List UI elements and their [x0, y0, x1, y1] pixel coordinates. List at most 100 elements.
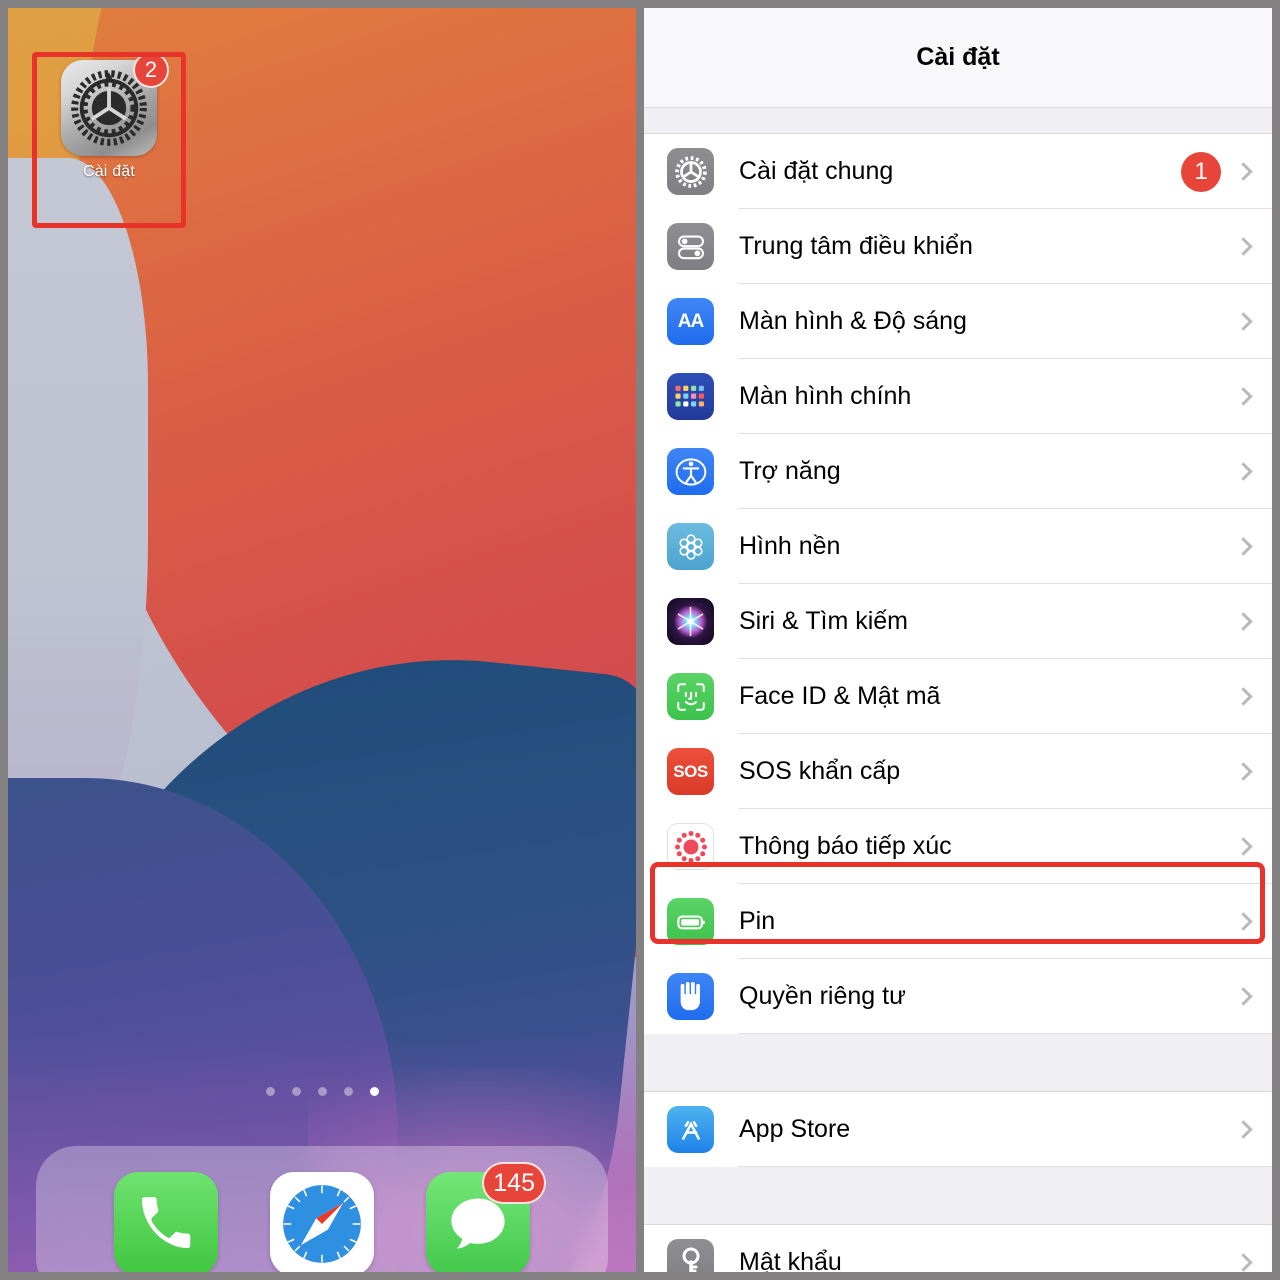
battery-icon	[667, 898, 714, 945]
row-accessory	[1234, 687, 1272, 706]
page-dot-active[interactable]	[369, 1087, 379, 1096]
gear-icon[interactable]: 2	[61, 52, 169, 156]
page-dots[interactable]	[8, 1087, 636, 1096]
dock-app-phone[interactable]	[114, 1172, 218, 1272]
key-glyph	[682, 1247, 699, 1272]
hand-icon	[667, 973, 714, 1020]
settings-section-3: Mật khẩu	[644, 1225, 1272, 1272]
sos-glyph: SOS	[673, 761, 708, 781]
settings-row-accessibility[interactable]: Trợ năng	[644, 434, 1272, 509]
screenshot-stage: 2 Cài đặt 145 Cài đặt Cài đặt chung 1 Tr…	[0, 0, 1280, 1280]
chevron-right-icon	[1234, 912, 1253, 931]
settings-row-emergency-sos[interactable]: SOS SOS khẩn cấp	[644, 734, 1272, 809]
chevron-right-icon	[1234, 837, 1253, 856]
exposure-glyph	[674, 830, 707, 863]
settings-row-label: Trung tâm điều khiển	[739, 232, 973, 260]
dock-app-safari[interactable]	[270, 1172, 374, 1272]
face-id-icon	[667, 673, 714, 720]
chevron-right-icon	[1234, 237, 1253, 256]
settings-row-control-center[interactable]: Trung tâm điều khiển	[644, 209, 1272, 284]
gear-icon	[667, 148, 714, 195]
siri-orb-icon	[667, 598, 714, 645]
aa-glyph: AA	[677, 310, 704, 332]
row-accessory	[1234, 537, 1272, 556]
chevron-right-icon	[1234, 687, 1253, 706]
settings-row-label: Trợ năng	[739, 457, 841, 485]
key-icon	[667, 1239, 714, 1272]
compass-icon	[280, 1182, 364, 1266]
dock-app-messages[interactable]: 145	[426, 1162, 546, 1272]
section-spacer-1	[644, 1034, 1272, 1092]
exposure-icon	[667, 823, 714, 870]
chevron-right-icon	[1234, 1120, 1253, 1139]
flower-glyph	[678, 533, 703, 560]
settings-row-label: Màn hình & Độ sáng	[739, 307, 967, 335]
row-accessory	[1234, 1253, 1272, 1272]
settings-row-home-screen[interactable]: Màn hình chính	[644, 359, 1272, 434]
settings-row-privacy[interactable]: Quyền riêng tư	[644, 959, 1272, 1034]
row-accessory	[1234, 312, 1272, 331]
home-app-label: Cài đặt	[82, 163, 136, 180]
app-badge-count: 2	[133, 52, 169, 88]
settings-row-label: Cài đặt chung	[739, 157, 894, 185]
settings-row-battery[interactable]: Pin	[644, 884, 1272, 959]
hand-glyph	[680, 981, 700, 1010]
row-accessory	[1234, 387, 1272, 406]
settings-row-exposure-notifications[interactable]: Thông báo tiếp xúc	[644, 809, 1272, 884]
aa-icon: AA	[667, 298, 714, 345]
chevron-right-icon	[1234, 1253, 1253, 1272]
chevron-right-icon	[1234, 387, 1253, 406]
settings-row-app-store[interactable]: App Store	[644, 1092, 1272, 1167]
chevron-right-icon	[1234, 987, 1253, 1006]
settings-row-label: App Store	[739, 1115, 851, 1143]
toggles-glyph	[677, 235, 704, 259]
row-accessory	[1234, 987, 1272, 1006]
home-app-settings[interactable]: 2 Cài đặt	[44, 52, 174, 181]
section-spacer-2	[644, 1167, 1272, 1225]
row-badge-count: 1	[1181, 151, 1221, 192]
settings-row-wallpaper[interactable]: Hình nền	[644, 509, 1272, 584]
chevron-right-icon	[1234, 612, 1253, 631]
settings-section-2: App Store	[644, 1092, 1272, 1167]
accessibility-glyph	[675, 457, 706, 486]
chevron-right-icon	[1234, 462, 1253, 481]
settings-row-label: Siri & Tìm kiếm	[739, 607, 908, 635]
app-grid-glyph	[674, 385, 704, 406]
page-dot[interactable]	[317, 1087, 327, 1096]
gear-glyph	[674, 155, 707, 188]
face-id-glyph	[676, 682, 705, 711]
flower-icon	[667, 523, 714, 570]
iphone-home-screen: 2 Cài đặt 145	[8, 8, 636, 1272]
siri-orb-glyph	[674, 605, 707, 638]
page-dot[interactable]	[265, 1087, 275, 1096]
settings-row-label: Pin	[739, 907, 776, 935]
wallpaper	[8, 8, 636, 1272]
chevron-right-icon	[1234, 312, 1253, 331]
app-grid-icon	[667, 373, 714, 420]
page-dot[interactable]	[291, 1087, 301, 1096]
row-accessory	[1234, 1120, 1272, 1139]
settings-row-display-brightness[interactable]: AA Màn hình & Độ sáng	[644, 284, 1272, 359]
chevron-right-icon	[1234, 537, 1253, 556]
row-accessory	[1234, 462, 1272, 481]
accessibility-icon	[667, 448, 714, 495]
settings-row-faceid-passcode[interactable]: Face ID & Mật mã	[644, 659, 1272, 734]
battery-glyph	[676, 915, 705, 929]
dock: 145	[36, 1146, 608, 1272]
settings-row-siri-search[interactable]: Siri & Tìm kiếm	[644, 584, 1272, 659]
dock-badge-messages: 145	[482, 1162, 546, 1204]
settings-row-label: Hình nền	[739, 532, 841, 560]
settings-row-passwords[interactable]: Mật khẩu	[644, 1225, 1272, 1272]
page-dot[interactable]	[343, 1087, 353, 1096]
ios-settings-app: Cài đặt Cài đặt chung 1 Trung tâm điều k…	[644, 8, 1272, 1272]
app-store-icon	[667, 1106, 714, 1153]
app-store-glyph	[681, 1120, 700, 1140]
phone-icon	[142, 1197, 191, 1248]
settings-row-general[interactable]: Cài đặt chung 1	[644, 134, 1272, 209]
settings-row-label: Face ID & Mật mã	[739, 682, 941, 710]
row-accessory	[1234, 762, 1272, 781]
settings-row-label: Thông báo tiếp xúc	[739, 832, 952, 860]
chevron-right-icon	[1234, 162, 1253, 181]
row-accessory	[1234, 837, 1272, 856]
toggles-icon	[667, 223, 714, 270]
